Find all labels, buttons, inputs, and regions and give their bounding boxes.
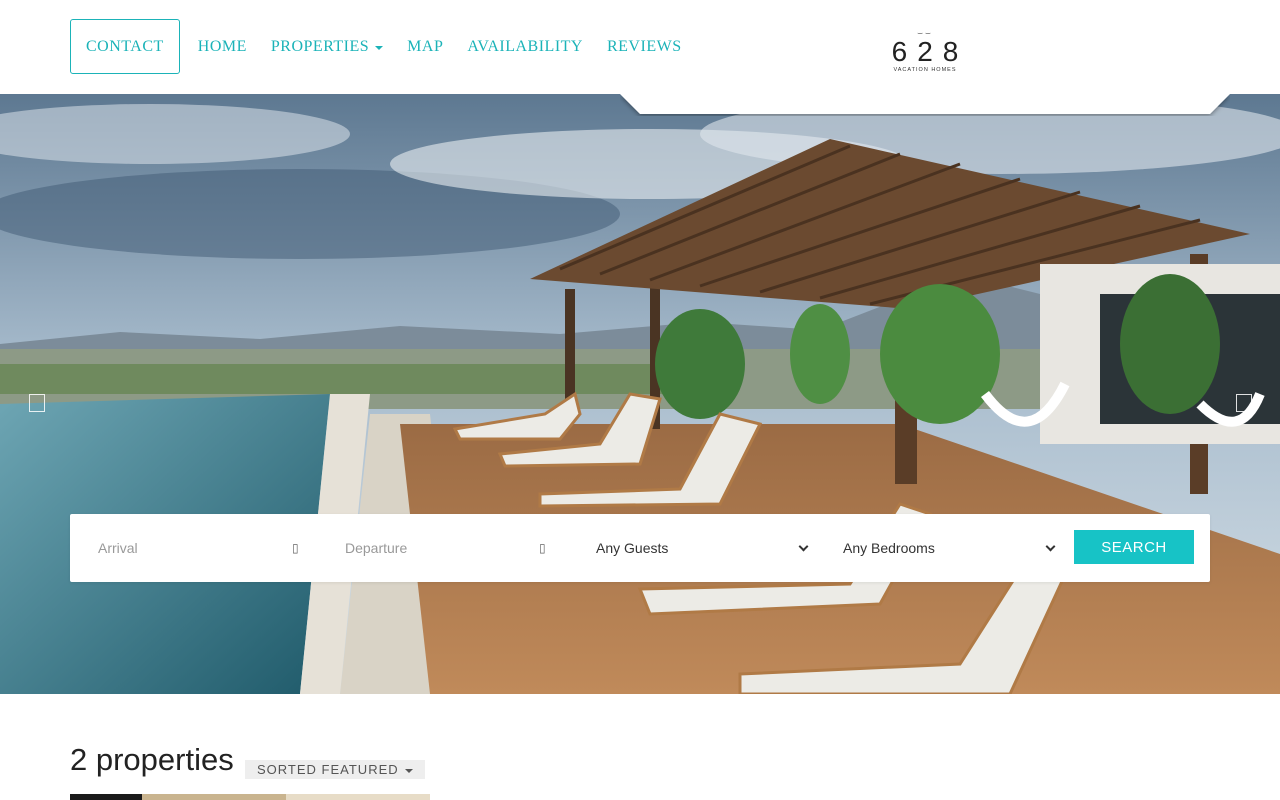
bedrooms-select[interactable]: Any Bedrooms <box>843 514 1063 582</box>
hero-image <box>0 94 1280 694</box>
main-nav: CONTACT HOME PROPERTIES MAP AVAILABILITY… <box>70 19 706 74</box>
nav-properties[interactable]: PROPERTIES <box>270 37 384 56</box>
guests-select[interactable]: Any Guests <box>596 514 816 582</box>
logo-number: 628 <box>891 36 969 67</box>
nav-map[interactable]: MAP <box>407 38 443 56</box>
site-logo[interactable]: ⌣⌣ 628 VACATION HOMES <box>880 28 970 84</box>
chevron-down-icon <box>1045 541 1056 552</box>
nav-availability[interactable]: AVAILABILITY <box>467 38 583 56</box>
departure-field[interactable]: Departure ▯ <box>345 514 555 582</box>
results-count: 2 properties <box>70 742 234 777</box>
caret-down-icon <box>375 45 384 50</box>
slider-next-icon[interactable] <box>1236 394 1252 412</box>
bedrooms-selected-value: Any Bedrooms <box>843 540 935 556</box>
logo-tagline: VACATION HOMES <box>893 67 957 73</box>
slider-prev-icon[interactable] <box>29 394 45 412</box>
nav-contact[interactable]: CONTACT <box>70 19 180 74</box>
logo-tab-shape <box>620 94 1230 116</box>
nav-reviews[interactable]: REVIEWS <box>607 38 682 56</box>
calendar-icon: ▯ <box>539 541 546 555</box>
arrival-field[interactable]: Arrival ▯ <box>98 514 308 582</box>
site-header: CONTACT HOME PROPERTIES MAP AVAILABILITY… <box>0 0 1280 94</box>
sort-dropdown[interactable]: SORTED FEATURED <box>245 760 425 779</box>
sort-label: SORTED FEATURED <box>257 762 399 777</box>
guests-selected-value: Any Guests <box>596 540 669 556</box>
departure-placeholder: Departure <box>345 540 408 556</box>
chevron-down-icon <box>798 541 809 552</box>
nav-properties-label: PROPERTIES <box>270 37 370 55</box>
search-bar: Arrival ▯ Departure ▯ Any Guests Any Bed… <box>70 514 1210 582</box>
calendar-icon: ▯ <box>292 541 299 555</box>
caret-down-icon <box>404 768 413 773</box>
hero-photo <box>0 94 1280 694</box>
nav-home[interactable]: HOME <box>198 38 247 56</box>
search-button[interactable]: SEARCH <box>1074 530 1194 564</box>
property-thumbnail[interactable] <box>70 794 430 800</box>
arrival-placeholder: Arrival <box>98 540 138 556</box>
